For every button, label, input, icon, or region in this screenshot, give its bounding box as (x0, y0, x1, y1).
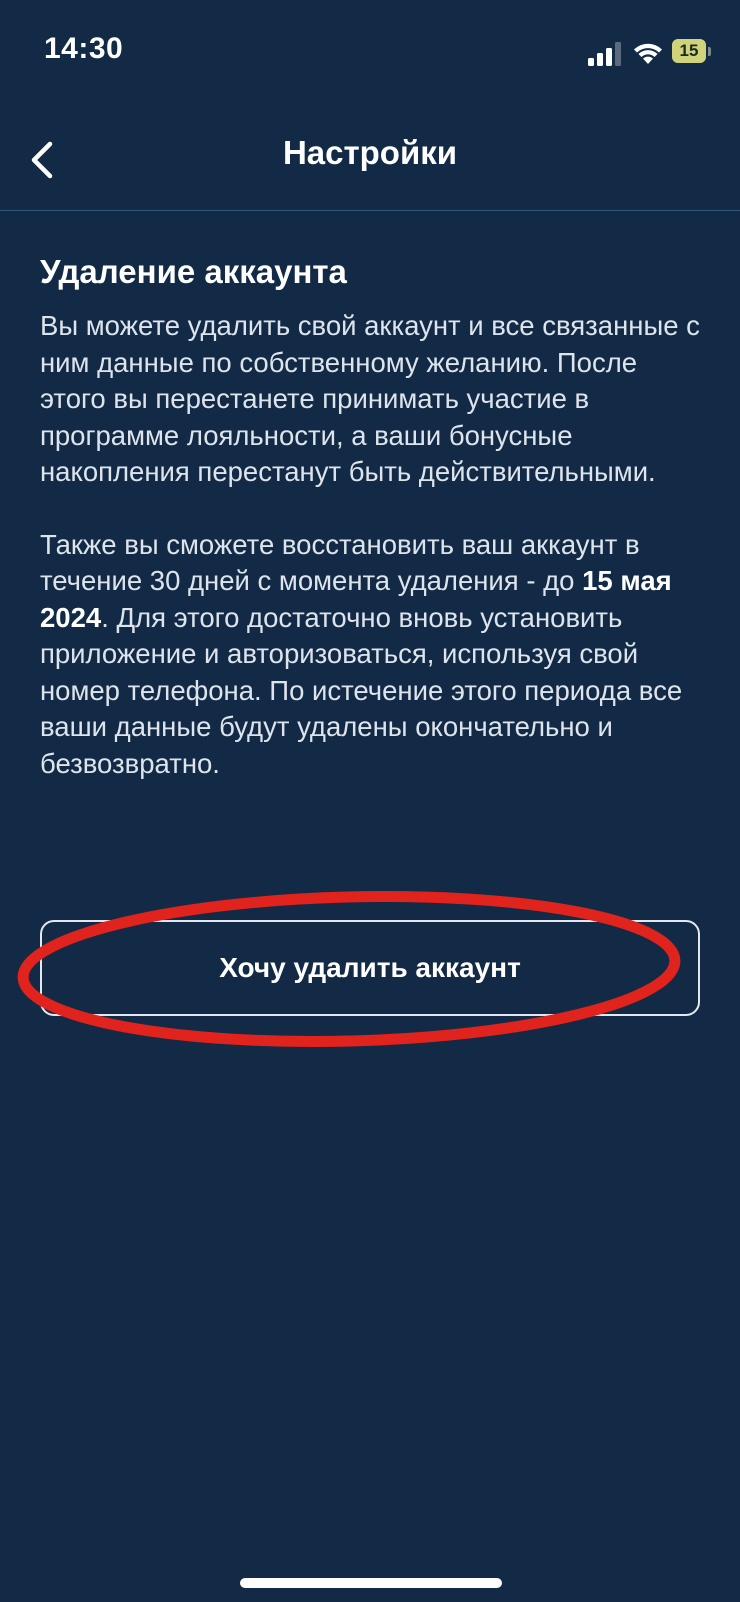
restore-text-end: . Для этого достаточно вновь установить … (40, 601, 683, 779)
battery-level: 15 (679, 41, 699, 60)
cellular-signal-icon (588, 42, 621, 66)
status-time: 14:30 (44, 32, 124, 65)
battery-tip (708, 47, 711, 56)
navigation-bar: Настройки (0, 110, 740, 211)
restore-text-start: Также вы сможете восстановить ваш аккаун… (40, 528, 640, 597)
delete-account-button[interactable]: Хочу удалить аккаунт (40, 920, 700, 1016)
account-deletion-section: Удаление аккаунта Вы можете удалить свой… (40, 250, 710, 782)
battery-indicator: 15 (672, 39, 712, 65)
home-indicator (240, 1578, 502, 1588)
deletion-info-paragraph: Вы можете удалить свой аккаунт и все свя… (40, 310, 700, 487)
section-heading: Удаление аккаунта (40, 253, 347, 290)
page-title: Настройки (282, 134, 458, 171)
wifi-icon (634, 43, 662, 64)
restore-info-paragraph: Также вы сможете восстановить ваш аккаун… (40, 527, 710, 783)
status-bar: 14:30 15 (0, 0, 740, 110)
